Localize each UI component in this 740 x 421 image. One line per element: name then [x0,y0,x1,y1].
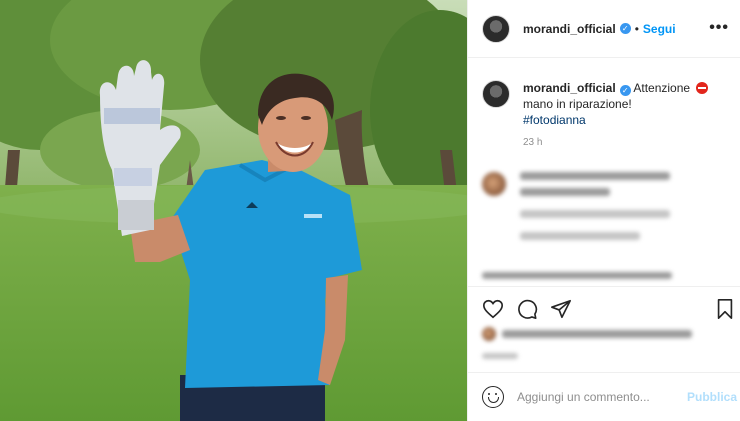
more-options-icon[interactable]: ••• [709,19,729,37]
publish-button[interactable]: Pubblica [687,390,737,404]
blurred-comment-text [520,172,680,240]
comment-input[interactable] [517,390,687,404]
photo-illustration [0,0,467,421]
avatar[interactable] [482,14,510,43]
comment-bubble-icon[interactable] [516,298,538,320]
paper-plane-icon[interactable] [550,298,572,320]
hashtag-link[interactable]: #fotodianna [523,112,708,128]
post-photo[interactable] [0,0,467,421]
post-time[interactable]: 23 h [523,137,542,148]
comment-avatar [482,172,506,196]
action-bar [468,286,740,326]
caption-body: morandi_official ✓ Attenzione mano in rip… [523,80,709,128]
follow-button[interactable]: Segui [643,22,676,36]
verified-badge-icon: ✓ [619,23,631,34]
caption-text: Attenzione [633,81,691,95]
side-panel: morandi_official ✓ • Segui ••• morandi_o… [467,0,740,421]
header-username[interactable]: morandi_official [523,22,616,36]
caption: morandi_official ✓ Attenzione mano in rip… [482,80,732,128]
verified-badge-icon: ✓ [619,85,631,96]
instagram-post: morandi_official ✓ • Segui ••• morandi_o… [0,0,740,421]
blurred-comment [482,172,506,196]
no-entry-emoji-icon [696,82,709,94]
heart-icon[interactable] [482,298,504,320]
header-separator: • [634,21,639,36]
blurred-comment-2 [482,272,672,279]
caption-username[interactable]: morandi_official [523,81,616,95]
post-header: morandi_official ✓ • Segui ••• [468,0,740,58]
bookmark-icon[interactable] [715,298,735,320]
emoji-smiley-icon[interactable] [482,386,504,408]
comment-bar: Pubblica [468,372,740,421]
blurred-likes [482,327,692,359]
caption-text-line2: mano in riparazione! [523,97,632,111]
caption-avatar[interactable] [482,80,510,108]
